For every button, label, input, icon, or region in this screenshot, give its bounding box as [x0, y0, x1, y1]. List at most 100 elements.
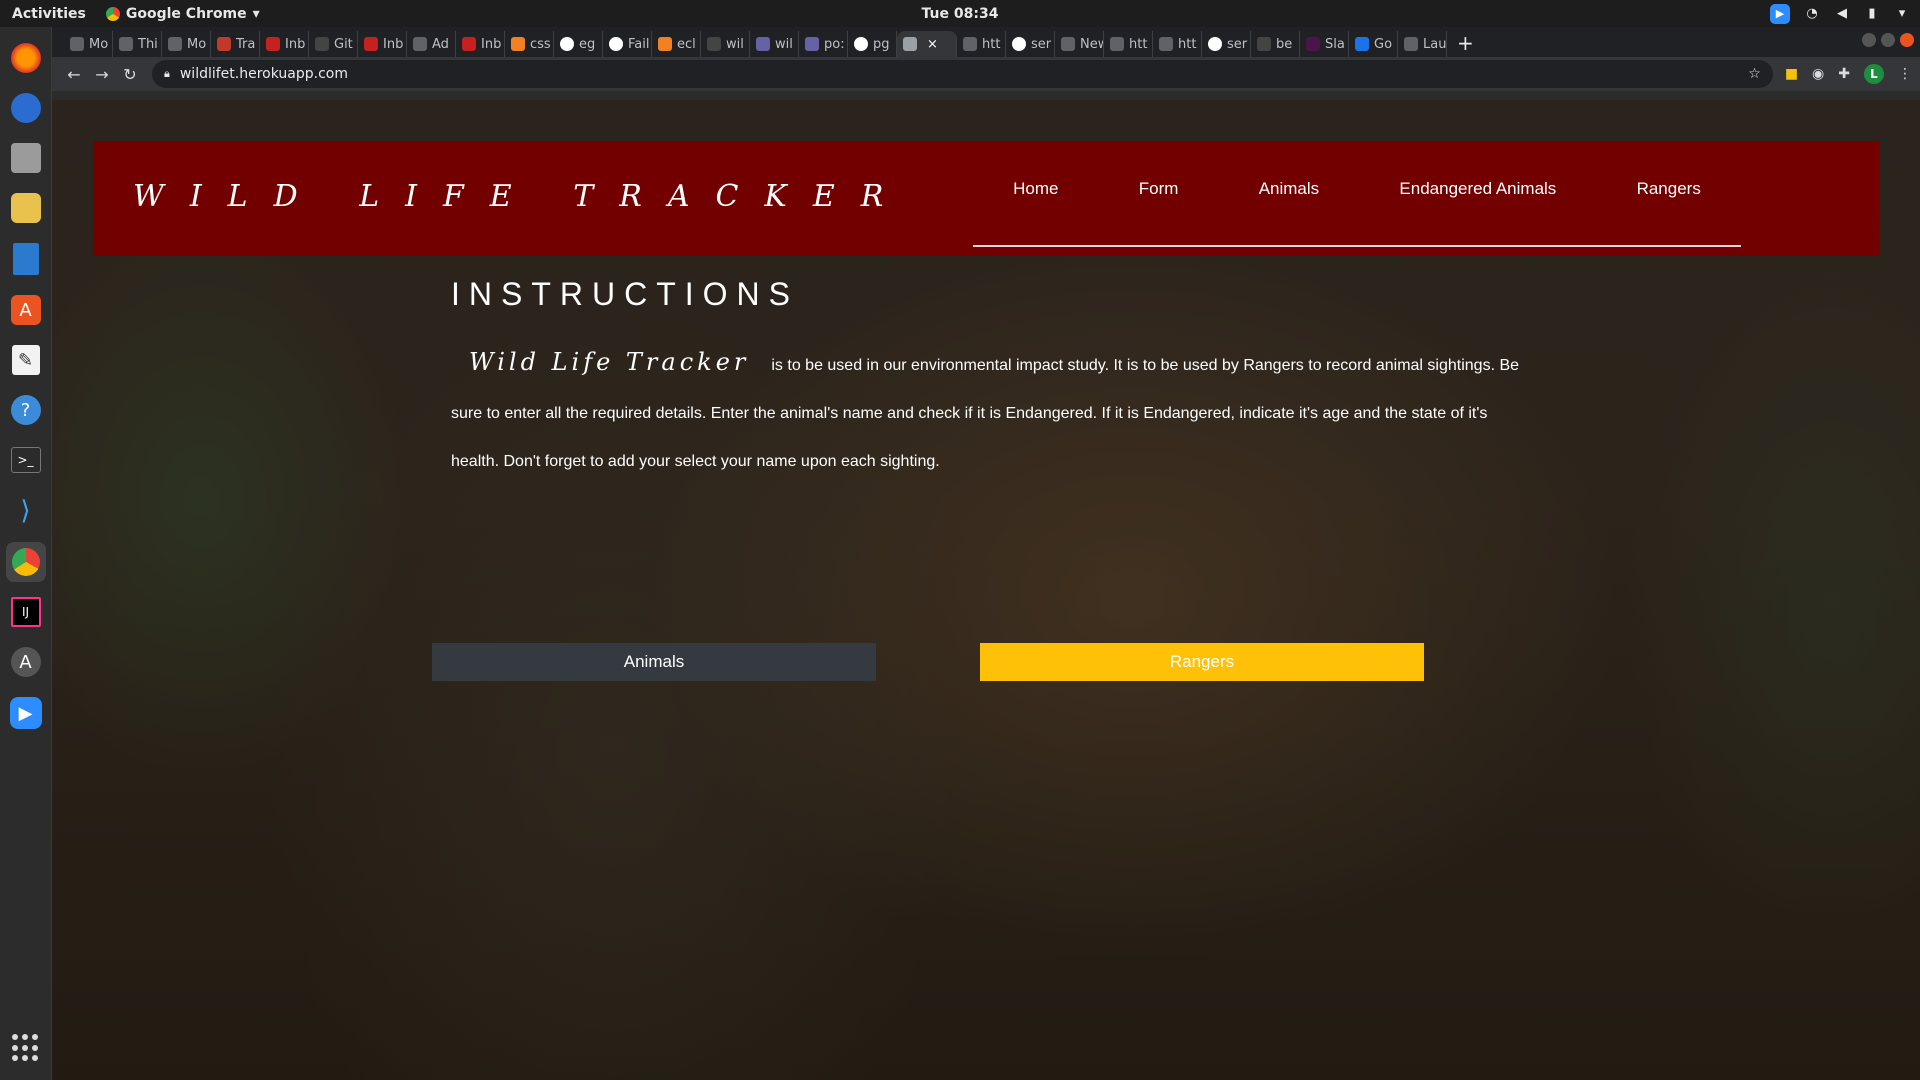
more-menu-icon[interactable]: ⋮ [1898, 66, 1912, 82]
extension-lock-icon[interactable]: ■ [1785, 66, 1798, 82]
browser-tab[interactable]: ser [1202, 31, 1251, 57]
software-updater-icon[interactable]: A [10, 647, 41, 677]
browser-tab[interactable]: New T [1055, 31, 1104, 57]
browser-tab[interactable]: Tra [211, 31, 260, 57]
browser-tab[interactable]: Inb [358, 31, 407, 57]
browser-tab[interactable]: Inb [260, 31, 309, 57]
browser-tab[interactable]: eg [554, 31, 603, 57]
tab-title: Inb [285, 36, 306, 52]
trello-icon [217, 37, 231, 51]
help-icon[interactable]: ? [10, 395, 41, 425]
browser-tab[interactable]: Thi [113, 31, 162, 57]
browser-tab[interactable]: ecl [652, 31, 701, 57]
zoom-dock-icon[interactable]: ▶ [9, 697, 42, 729]
url-text: wildlifet.herokuapp.com [179, 66, 348, 82]
instructions-heading: INSTRUCTIONS [451, 276, 799, 312]
chevron-down-icon[interactable]: ▾ [1894, 6, 1910, 21]
battery-icon[interactable]: ▮ [1864, 6, 1880, 21]
address-bar[interactable]: 🔒︎ wildlifet.herokuapp.com ☆ [152, 60, 1773, 88]
vscode-icon[interactable]: ⟩ [6, 491, 46, 531]
nav-rangers[interactable]: Rangers [1637, 179, 1701, 199]
browser-tab[interactable]: wil [750, 31, 799, 57]
browser-tab[interactable]: Mo [64, 31, 113, 57]
instructions-text: Wild Life Tracker is to be used in our en… [451, 338, 1536, 486]
volume-icon[interactable]: ◀ [1834, 6, 1850, 21]
browser-tab[interactable]: be [1251, 31, 1300, 57]
github-icon [707, 37, 721, 51]
tab-title: Ad [432, 36, 449, 52]
browser-tab[interactable]: Lau [1398, 31, 1447, 57]
app-menu[interactable]: Google Chrome ▾ [98, 6, 260, 22]
thunderbird-icon[interactable] [10, 93, 41, 123]
bookmark-star-icon[interactable]: ☆ [1748, 66, 1761, 82]
generic-tab-icon [1404, 37, 1418, 51]
tab-title: wil [775, 36, 793, 52]
main-nav: Home Form Animals Endangered Animals Ran… [973, 141, 1741, 247]
tab-title: Git [334, 36, 353, 52]
close-tab-icon[interactable]: × [927, 37, 938, 52]
text-editor-icon[interactable]: ✎ [11, 345, 40, 375]
browser-tab[interactable]: Ad [407, 31, 456, 57]
new-tab-button[interactable]: + [1447, 31, 1484, 57]
heroku-icon [756, 37, 770, 51]
reload-icon[interactable]: ↻ [116, 65, 144, 84]
generic-tab-icon [119, 37, 133, 51]
wifi-icon[interactable]: ◔ [1804, 6, 1820, 21]
generic-tab-icon [1159, 37, 1173, 51]
profile-avatar[interactable]: L [1864, 64, 1884, 84]
show-applications-icon[interactable] [12, 1034, 40, 1062]
forward-icon[interactable]: → [88, 65, 116, 84]
generic-tab-icon [413, 37, 427, 51]
site-brand[interactable]: WILD LIFE TRACKER [133, 179, 909, 214]
nav-endangered-animals[interactable]: Endangered Animals [1399, 179, 1556, 199]
browser-tab[interactable]: po: [799, 31, 848, 57]
browser-tab[interactable]: Git [309, 31, 358, 57]
back-icon[interactable]: ← [60, 65, 88, 84]
libreoffice-writer-icon[interactable] [12, 243, 39, 275]
rhythmbox-icon[interactable] [10, 193, 41, 223]
google-icon [609, 37, 623, 51]
browser-tab[interactable]: htt [1153, 31, 1202, 57]
browser-tab[interactable]: × [897, 31, 957, 57]
generic-tab-icon [70, 37, 84, 51]
browser-tab[interactable]: Mo [162, 31, 211, 57]
browser-tab[interactable]: ser [1006, 31, 1055, 57]
maximize-button[interactable] [1881, 33, 1895, 47]
firefox-icon[interactable] [10, 43, 41, 73]
files-icon[interactable] [10, 143, 41, 173]
browser-tab[interactable]: Inb [456, 31, 505, 57]
tab-title: po: [824, 36, 845, 52]
browser-tab[interactable]: htt [957, 31, 1006, 57]
animals-button[interactable]: Animals [432, 643, 876, 681]
browser-tab[interactable]: htt [1104, 31, 1153, 57]
lock-icon[interactable]: 🔒︎ [164, 67, 170, 81]
browser-tab[interactable]: wil [701, 31, 750, 57]
nav-animals[interactable]: Animals [1259, 179, 1319, 199]
tab-title: Inb [383, 36, 404, 52]
activities-button[interactable]: Activities [0, 6, 98, 22]
intellij-icon[interactable]: IJ [10, 597, 41, 627]
extension-mask-icon[interactable]: ◉ [1812, 66, 1824, 82]
google-icon [560, 37, 574, 51]
close-window-button[interactable] [1900, 33, 1914, 47]
browser-tab[interactable]: pg [848, 31, 897, 57]
minimize-button[interactable] [1862, 33, 1876, 47]
nav-form[interactable]: Form [1139, 179, 1179, 199]
nav-home[interactable]: Home [1013, 179, 1058, 199]
extensions-puzzle-icon[interactable]: ✚ [1838, 66, 1850, 82]
browser-tab[interactable]: Go [1349, 31, 1398, 57]
terminal-icon[interactable]: >_ [10, 447, 41, 473]
tab-title: New T [1080, 36, 1103, 52]
chrome-dock-icon[interactable] [5, 542, 46, 582]
software-center-icon[interactable]: A [10, 295, 41, 325]
clock[interactable]: Tue 08:34 [922, 6, 999, 22]
system-tray[interactable]: ▶ ◔ ◀ ▮ ▾ [1770, 3, 1910, 24]
zoom-tray-icon[interactable]: ▶ [1770, 3, 1790, 24]
globe-icon [903, 37, 917, 51]
browser-tab[interactable]: css [505, 31, 554, 57]
system-top-bar: Activities Google Chrome ▾ Tue 08:34 ▶ ◔… [0, 0, 1920, 27]
browser-tab[interactable]: Sla [1300, 31, 1349, 57]
generic-tab-icon [1110, 37, 1124, 51]
browser-tab[interactable]: Fail [603, 31, 652, 57]
rangers-button[interactable]: Rangers [980, 643, 1424, 681]
